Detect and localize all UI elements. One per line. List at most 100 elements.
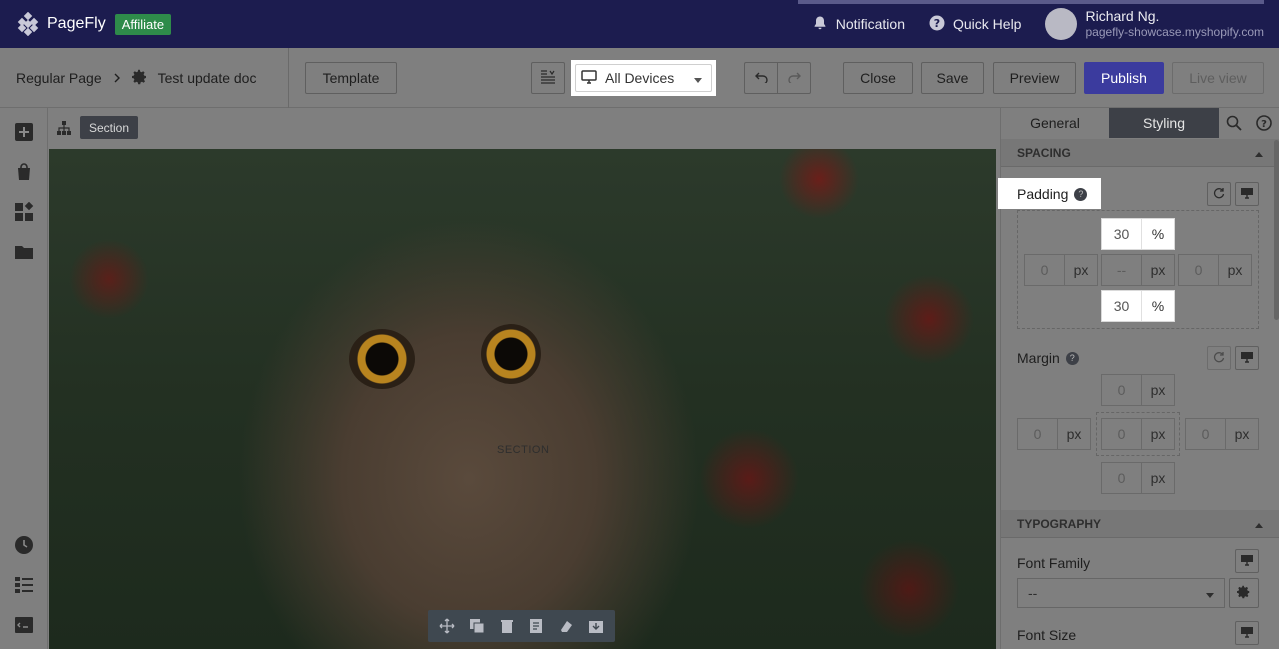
page-name[interactable]: Test update doc (158, 70, 257, 86)
typography-section-header[interactable]: TYPOGRAPHY (1001, 510, 1279, 538)
gear-icon[interactable] (131, 69, 148, 88)
help-circle-icon: ? (929, 15, 945, 34)
margin-left-input[interactable]: 0 px (1017, 418, 1091, 450)
hierarchy-icon[interactable] (56, 120, 72, 139)
user-shop: pagefly-showcase.myshopify.com (1085, 25, 1264, 39)
style-eraser-icon[interactable] (558, 618, 574, 634)
notification-link[interactable]: Notification (812, 15, 905, 34)
refresh-icon (1213, 186, 1225, 202)
caret-down-icon (1206, 585, 1214, 601)
monitor-icon (1240, 553, 1254, 569)
text-lines-icon (540, 69, 556, 87)
tab-styling[interactable]: Styling (1109, 108, 1219, 138)
monitor-icon (1240, 186, 1254, 202)
spacing-section-header[interactable]: SPACING (1001, 139, 1279, 167)
redo-icon (787, 70, 801, 86)
panel-scrollbar[interactable] (1274, 140, 1279, 320)
chevron-right-icon (112, 70, 122, 86)
download-icon[interactable] (588, 618, 604, 634)
publish-button[interactable]: Publish (1084, 62, 1164, 94)
left-rail (0, 108, 48, 649)
page-type-link[interactable]: Regular Page (16, 70, 102, 86)
history-clock-icon[interactable] (14, 535, 34, 555)
quick-help-link[interactable]: ? Quick Help (929, 15, 1021, 34)
font-size-label: Font Size (1017, 627, 1077, 643)
logo[interactable]: PageFly Affiliate (16, 11, 172, 37)
pagefly-logo-icon (16, 11, 40, 37)
device-label: All Devices (605, 70, 675, 86)
top-bar: PageFly Affiliate Notification ? Quick H… (0, 0, 1279, 48)
user-menu[interactable]: Richard Ng. pagefly-showcase.myshopify.c… (1045, 8, 1264, 40)
font-settings-button[interactable] (1229, 578, 1259, 608)
font-family-value: -- (1028, 585, 1038, 601)
reset-margin-button[interactable] (1207, 346, 1231, 370)
save-section-icon[interactable] (528, 618, 544, 634)
spacing-heading: SPACING (1017, 145, 1071, 160)
padding-device-button[interactable] (1235, 182, 1259, 206)
duplicate-icon[interactable] (469, 618, 485, 634)
element-toolbar (428, 610, 615, 642)
gear-icon (1237, 585, 1251, 602)
section-image[interactable] (49, 149, 996, 649)
padding-bottom-input[interactable]: 30% (1101, 290, 1175, 322)
breadcrumb: Regular Page Test update doc (16, 48, 256, 108)
bell-icon (812, 15, 828, 34)
canvas-header (49, 108, 1000, 149)
margin-top-input[interactable]: 0 px (1101, 374, 1175, 406)
outline-list-icon[interactable] (14, 575, 34, 595)
preview-button[interactable]: Preview (993, 62, 1076, 94)
collapse-caret-icon (1255, 146, 1263, 160)
widgets-icon[interactable] (14, 201, 34, 222)
margin-right-input[interactable]: 0 px (1185, 418, 1259, 450)
margin-bottom-input[interactable]: 0 px (1101, 462, 1175, 494)
monitor-icon (581, 69, 597, 87)
font-family-select[interactable]: -- (1017, 578, 1225, 608)
toolbar-divider (288, 48, 289, 108)
padding-left-input[interactable]: 0 px (1024, 254, 1098, 286)
add-element-icon[interactable] (14, 122, 34, 142)
notification-label: Notification (835, 16, 905, 32)
padding-top-input[interactable]: 30% (1101, 218, 1175, 250)
undo-button[interactable] (744, 62, 778, 94)
code-editor-icon[interactable] (14, 615, 34, 635)
section-placeholder-label: SECTION (497, 444, 550, 456)
trash-icon[interactable] (499, 618, 515, 634)
text-align-button[interactable] (531, 62, 565, 94)
close-button[interactable]: Close (843, 62, 913, 94)
shopify-bag-icon[interactable] (14, 162, 34, 182)
user-name: Richard Ng. (1085, 8, 1160, 24)
top-right-actions: Notification ? Quick Help Richard Ng. pa… (812, 0, 1264, 48)
refresh-icon (1213, 350, 1225, 366)
question-icon[interactable]: ? (1065, 351, 1079, 365)
device-select[interactable]: All Devices (571, 60, 716, 96)
font-family-label: Font Family (1017, 555, 1091, 571)
affiliate-badge[interactable]: Affiliate (114, 13, 172, 35)
owl-eye-left (349, 329, 415, 389)
collapse-caret-icon (1255, 517, 1263, 531)
typography-heading: TYPOGRAPHY (1017, 516, 1102, 531)
tab-general[interactable]: General (1001, 108, 1109, 138)
avatar (1045, 8, 1078, 40)
monitor-icon (1240, 625, 1254, 641)
margin-device-button[interactable] (1235, 346, 1259, 370)
logo-name: PageFly (47, 15, 106, 32)
padding-label: Padding ? (1017, 186, 1088, 202)
reset-padding-button[interactable] (1207, 182, 1231, 206)
svg-text:?: ? (934, 17, 940, 30)
live-view-button[interactable]: Live view (1172, 62, 1264, 94)
margin-center-input[interactable]: 0 px (1101, 418, 1175, 450)
quick-help-label: Quick Help (953, 16, 1022, 32)
template-button[interactable]: Template (305, 62, 397, 94)
search-icon[interactable] (1226, 115, 1242, 134)
font-size-device-button[interactable] (1235, 621, 1259, 645)
save-button[interactable]: Save (921, 62, 984, 94)
padding-right-input[interactable]: 0 px (1178, 254, 1252, 286)
section-chip[interactable]: Section (80, 116, 139, 139)
font-family-device-button[interactable] (1235, 549, 1259, 573)
question-icon[interactable]: ? (1074, 187, 1088, 201)
move-icon[interactable] (439, 618, 455, 634)
help-icon[interactable]: ? (1256, 115, 1272, 134)
padding-center-input[interactable]: -- px (1101, 254, 1175, 286)
folder-icon[interactable] (14, 242, 34, 262)
redo-button[interactable] (777, 62, 811, 94)
